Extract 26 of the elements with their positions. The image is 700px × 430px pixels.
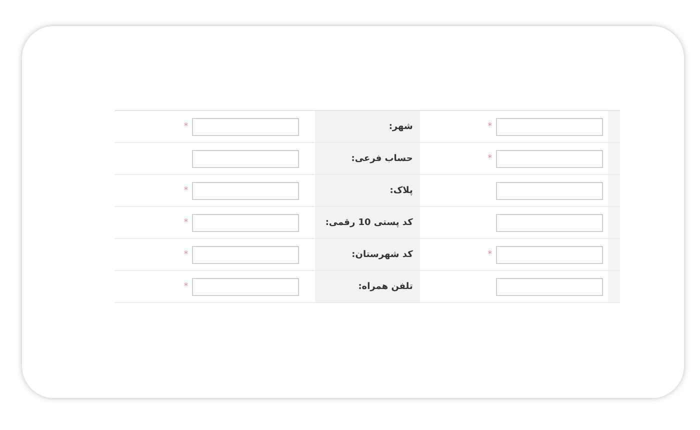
required-mark: * [184,282,188,292]
field-label: تلفن همراه: [358,282,413,292]
input-field[interactable] [192,118,300,136]
required-mark: * [184,122,188,132]
required-mark: * [488,250,492,260]
input-field[interactable] [192,246,300,264]
input-field[interactable] [496,246,604,264]
required-mark: * [184,186,188,196]
input-field[interactable] [496,118,604,136]
input-field[interactable] [192,150,300,168]
input-field[interactable] [496,278,604,296]
field-label: شهر: [388,122,413,132]
required-mark: * [488,122,492,132]
input-field[interactable] [496,182,604,200]
input-field[interactable] [496,150,604,168]
field-label: کد شهرستان: [352,250,413,260]
required-mark: * [184,250,188,260]
required-mark: * [488,154,492,164]
required-mark: * [184,218,188,228]
field-label: پلاک: [390,186,413,196]
input-field[interactable] [192,182,300,200]
input-field[interactable] [496,214,604,232]
field-label: حساب فرعی: [351,154,413,164]
input-field[interactable] [192,214,300,232]
field-label: کد پستی 10 رقمی: [325,218,413,228]
input-field[interactable] [192,278,300,296]
